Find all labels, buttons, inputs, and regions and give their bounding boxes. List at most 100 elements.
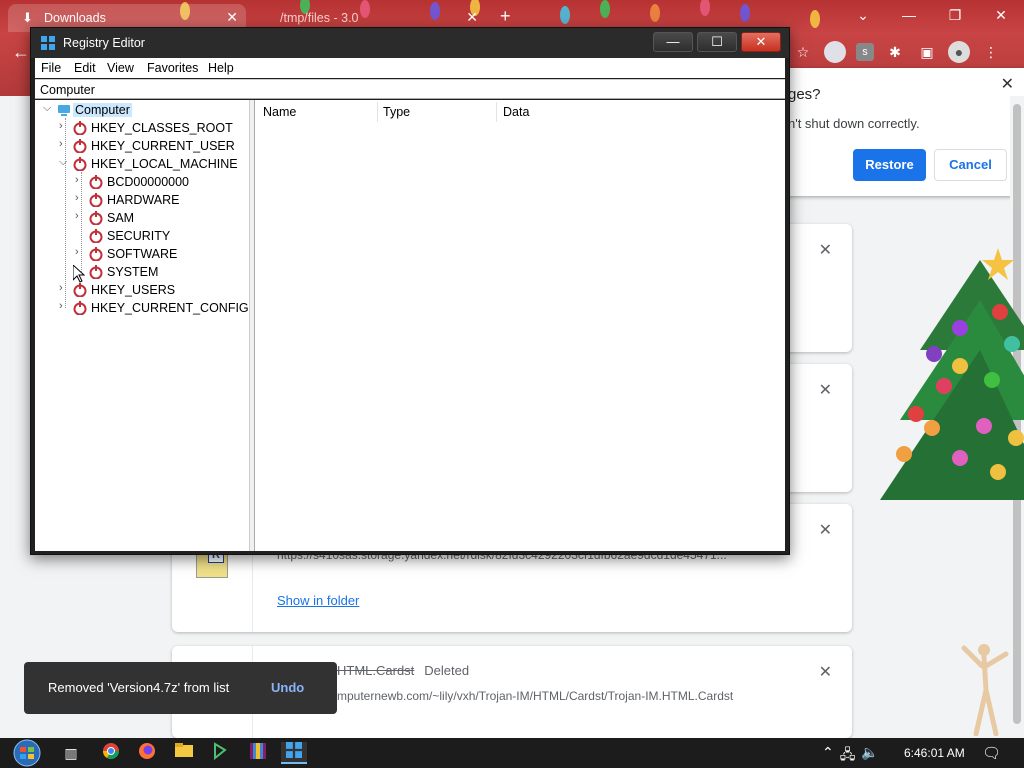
address-text: Computer [40, 83, 95, 97]
chevron-right-icon[interactable]: › [75, 210, 87, 222]
chevron-right-icon[interactable]: › [59, 300, 71, 312]
undo-button[interactable]: Undo [271, 680, 304, 695]
task-view-icon[interactable]: ▥ [58, 742, 84, 764]
clock[interactable]: 6:46:01 AM [904, 746, 965, 760]
extension-icon[interactable] [824, 41, 846, 63]
tree-node-label: HKEY_CLASSES_ROOT [91, 121, 233, 135]
tree-node-label: HKEY_LOCAL_MACHINE [91, 157, 238, 171]
tree-node-sam[interactable]: › SAM [75, 209, 245, 227]
tree-node-label: SECURITY [107, 229, 171, 243]
remove-download-icon[interactable]: ✕ [819, 380, 832, 400]
chevron-up-icon[interactable]: ⌃ [822, 744, 834, 768]
back-arrow-icon[interactable]: ← [12, 42, 30, 63]
registry-editor-window: Registry Editor — ☐ ✕ File Edit View Fav… [30, 27, 790, 555]
tree-node-hkey-current-user[interactable]: › HKEY_CURRENT_USER [59, 137, 249, 155]
tree-node-computer[interactable]: ⌵ Computer [43, 101, 243, 119]
tree-node-label: Computer [73, 103, 132, 117]
registry-hive-icon [73, 283, 87, 297]
tree-node-hkey-users[interactable]: › HKEY_USERS [59, 281, 249, 299]
registry-key-icon [89, 247, 103, 261]
registry-key-icon [89, 193, 103, 207]
values-list[interactable]: Name Type Data [255, 100, 785, 551]
column-header-name[interactable]: Name [263, 105, 296, 119]
registry-hive-icon [73, 157, 87, 171]
cancel-button[interactable]: Cancel [934, 149, 1007, 181]
chevron-right-icon[interactable]: › [75, 246, 87, 258]
star-icon[interactable]: ☆ [792, 41, 814, 63]
remove-download-icon[interactable]: ✕ [819, 520, 832, 540]
chevron-down-icon[interactable]: ⌵ [59, 156, 71, 169]
menu-edit[interactable]: Edit [74, 61, 96, 75]
volume-icon[interactable]: 🔈 [861, 744, 878, 768]
chevron-right-icon[interactable]: › [75, 192, 87, 204]
tree-node-system[interactable]: › SYSTEM [75, 263, 245, 281]
remove-download-icon[interactable]: ✕ [819, 662, 832, 682]
menu-favorites[interactable]: Favorites [147, 61, 198, 75]
close-tab-icon[interactable]: ✕ [226, 9, 238, 26]
tree-node-hkey-classes-root[interactable]: › HKEY_CLASSES_ROOT [59, 119, 249, 137]
download-icon: ⬇ [22, 10, 33, 25]
start-button-icon[interactable] [10, 739, 44, 767]
close-icon[interactable]: ✕ [1001, 74, 1014, 94]
minimize-icon[interactable]: — [886, 0, 932, 30]
chevron-right-icon[interactable]: › [59, 138, 71, 150]
puzzle-icon[interactable]: ✱ [884, 41, 906, 63]
column-header-data[interactable]: Data [503, 105, 529, 119]
tab-search-icon[interactable]: ⌄ [840, 0, 886, 30]
menu-view[interactable]: View [107, 61, 134, 75]
address-bar[interactable]: Computer [35, 79, 785, 99]
column-header-type[interactable]: Type [383, 105, 410, 119]
system-tray: ⌃ 🖧 🔈 [822, 744, 879, 768]
file-explorer-icon[interactable] [171, 742, 197, 764]
chevron-right-icon[interactable]: › [75, 174, 87, 186]
network-icon[interactable]: 🖧 [840, 744, 856, 768]
regedit-icon[interactable] [281, 742, 307, 764]
winrar-icon[interactable] [245, 742, 271, 764]
network-tool-icon[interactable] [207, 742, 233, 764]
tree-node-hardware[interactable]: › HARDWARE [75, 191, 245, 209]
chevron-right-icon[interactable]: › [59, 282, 71, 294]
download-status: Deleted [424, 663, 470, 678]
popup-title: ges? [788, 86, 821, 103]
chevron-down-icon[interactable]: ⌵ [43, 102, 55, 115]
restore-button[interactable]: Restore [853, 149, 926, 181]
tree-node-security[interactable]: SECURITY [75, 227, 245, 245]
tree-node-hkey-current-config[interactable]: › HKEY_CURRENT_CONFIG [59, 299, 249, 317]
download-url[interactable]: mputernewb.com/~lily/vxh/Trojan-IM/HTML/… [337, 689, 733, 703]
tree-node-label: HKEY_CURRENT_CONFIG [91, 301, 249, 315]
taskbar: ▥ ⌃ 🖧 🔈 6:46:01 AM 🗨 [0, 738, 1024, 768]
maximize-button[interactable]: ☐ [697, 32, 737, 52]
menu-icon[interactable]: ⋮ [980, 41, 1002, 63]
new-tab-icon[interactable]: + [500, 6, 511, 27]
close-tab-icon[interactable]: ✕ [466, 9, 478, 26]
avatar[interactable]: ● [948, 41, 970, 63]
menu-help[interactable]: Help [208, 61, 234, 75]
tree-node-label: SAM [107, 211, 135, 225]
tree-node-software[interactable]: › SOFTWARE [75, 245, 245, 263]
chrome-icon[interactable] [98, 742, 124, 764]
tree-node-hkey-local-machine[interactable]: ⌵ HKEY_LOCAL_MACHINE [59, 155, 249, 173]
restore-icon[interactable]: ❐ [932, 0, 978, 30]
title-bar[interactable]: Registry Editor — ☐ ✕ [31, 28, 789, 58]
remove-download-icon[interactable]: ✕ [819, 240, 832, 260]
registry-key-icon [89, 175, 103, 189]
tree-node-bcd00000000[interactable]: › BCD00000000 [75, 173, 245, 191]
menu-file[interactable]: File [41, 61, 61, 75]
sidepanel-icon[interactable]: ▣ [916, 41, 938, 63]
firefox-icon[interactable] [134, 742, 160, 764]
close-button[interactable]: ✕ [741, 32, 781, 52]
dancing-figure-decoration [961, 644, 1009, 736]
show-in-folder-link[interactable]: Show in folder [277, 593, 359, 608]
notification-icon[interactable]: 🗨 [982, 744, 1001, 762]
chevron-right-icon[interactable]: › [59, 120, 71, 132]
registry-key-icon [89, 265, 103, 279]
tree-node-label: HKEY_CURRENT_USER [91, 139, 235, 153]
window-title: Registry Editor [63, 36, 145, 50]
download-filename: HTML.Cardst Deleted [337, 663, 470, 678]
extension-s-icon[interactable]: s [856, 43, 874, 61]
restore-pages-popup: ges? n't shut down correctly. ✕ Restore … [780, 68, 1024, 196]
minimize-button[interactable]: — [653, 32, 693, 52]
close-icon[interactable]: ✕ [978, 0, 1024, 30]
menu-bar: File Edit View Favorites Help [35, 58, 785, 78]
registry-tree[interactable]: ⌵ Computer › HKEY_CLASSES_ROOT › HKEY_CU… [35, 100, 250, 551]
